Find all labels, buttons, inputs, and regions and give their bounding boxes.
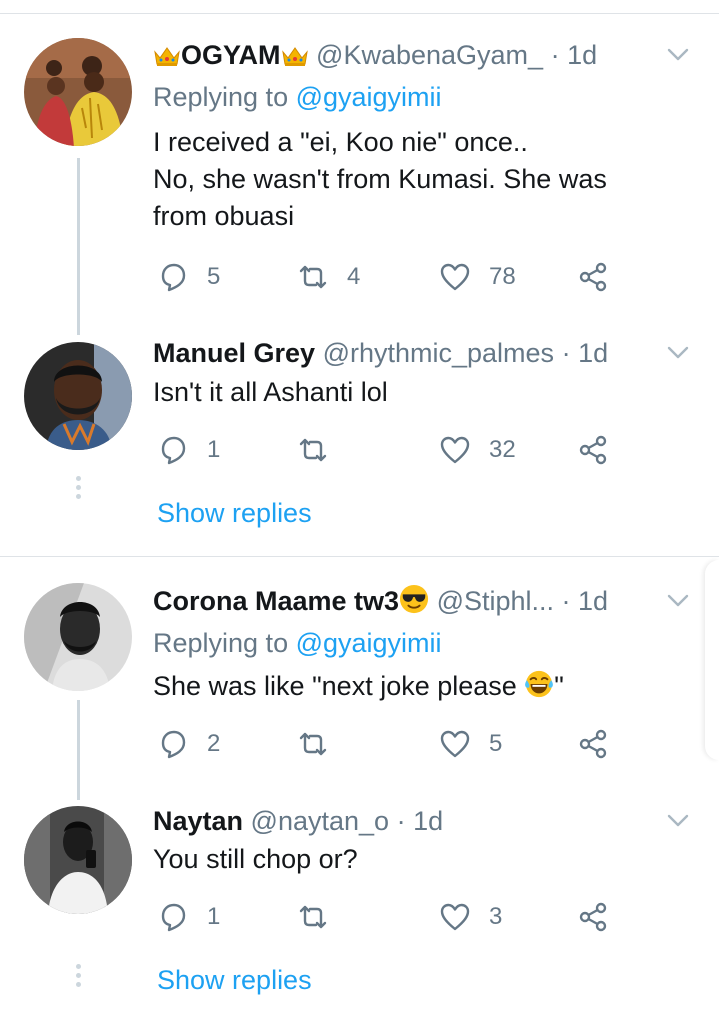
share-button[interactable]: [577, 900, 609, 934]
replying-to: Replying to @gyaigyimii: [153, 80, 442, 114]
tweet-text: She was like "next joke please ": [153, 668, 689, 705]
tweet-text: I received a "ei, Koo nie" once.. No, sh…: [153, 124, 689, 235]
tweet-time: · 1d: [561, 338, 609, 368]
tears-of-joy-icon: [524, 669, 554, 699]
share-button[interactable]: [577, 260, 609, 294]
replying-to: Replying to @gyaigyimii: [153, 626, 442, 660]
crown-icon: [281, 44, 309, 68]
like-count: 78: [489, 263, 516, 290]
tweet-actions: 5 4 78: [153, 260, 629, 294]
reply-icon: [157, 728, 189, 760]
reply-count: 5: [207, 263, 221, 290]
avatar[interactable]: [24, 38, 132, 146]
avatar[interactable]: [24, 583, 132, 691]
show-replies-link[interactable]: Show replies: [157, 963, 312, 997]
tweet-text-line: I received a "ei, Koo nie" once..: [153, 127, 528, 157]
like-icon: [439, 261, 471, 293]
like-button[interactable]: 5: [439, 727, 502, 761]
chevron-down-icon[interactable]: [665, 340, 691, 366]
tweet-text-part: She was like "next joke please: [153, 671, 525, 701]
thread-line: [77, 700, 80, 800]
tweet-actions: 2 5: [153, 727, 629, 761]
like-count: 3: [489, 903, 503, 930]
retweet-icon: [297, 728, 329, 760]
replying-to-handle[interactable]: @gyaigyimii: [296, 628, 442, 658]
tweet-time: · 1d: [561, 586, 609, 616]
avatar[interactable]: [24, 342, 132, 450]
reply-button[interactable]: 1: [157, 433, 220, 467]
chevron-down-icon[interactable]: [665, 588, 691, 614]
reply-button[interactable]: 2: [157, 727, 220, 761]
display-name[interactable]: Manuel Grey: [153, 338, 315, 368]
crown-icon: [153, 44, 181, 68]
reply-count: 1: [207, 903, 221, 930]
tweet-header: Corona Maame tw3 @Stiphl... · 1d: [153, 584, 669, 618]
display-name[interactable]: OGYAM: [181, 40, 281, 70]
like-button[interactable]: 3: [439, 900, 502, 934]
retweet-icon: [297, 434, 329, 466]
scroll-edge: [705, 560, 719, 760]
retweet-count: 4: [347, 263, 361, 290]
like-count: 5: [489, 730, 503, 757]
like-icon: [439, 434, 471, 466]
avatar[interactable]: [24, 806, 132, 914]
thread-dots: [75, 964, 82, 991]
share-button[interactable]: [577, 727, 609, 761]
tweet-text-part: ": [554, 671, 564, 701]
tweet-text-line: Isn't it all Ashanti lol: [153, 377, 388, 407]
show-replies-link[interactable]: Show replies: [157, 496, 312, 530]
like-button[interactable]: 32: [439, 433, 516, 467]
chevron-down-icon[interactable]: [665, 808, 691, 834]
thread-dots: [75, 476, 82, 503]
reply-button[interactable]: 5: [157, 260, 220, 294]
user-handle[interactable]: @KwabenaGyam_: [316, 40, 543, 70]
section-divider: [0, 556, 719, 557]
chevron-down-icon[interactable]: [665, 42, 691, 68]
top-divider: [0, 13, 719, 14]
share-icon: [577, 261, 609, 293]
sunglasses-icon: [399, 584, 429, 614]
user-handle[interactable]: @rhythmic_palmes: [323, 338, 554, 368]
tweet-header: Manuel Grey @rhythmic_palmes · 1d: [153, 336, 669, 370]
user-handle[interactable]: @Stiphl...: [437, 586, 554, 616]
retweet-icon: [297, 261, 329, 293]
tweet-time: · 1d: [396, 806, 444, 836]
reply-count: 2: [207, 730, 221, 757]
share-icon: [577, 434, 609, 466]
tweet-text-line: from obuasi: [153, 201, 295, 231]
reply-count: 1: [207, 436, 221, 463]
reply-button[interactable]: 1: [157, 900, 220, 934]
share-icon: [577, 728, 609, 760]
tweet-actions: 1 32: [153, 433, 629, 467]
like-button[interactable]: 78: [439, 260, 516, 294]
retweet-button[interactable]: [297, 433, 347, 467]
share-button[interactable]: [577, 433, 609, 467]
tweet-actions: 1 3: [153, 900, 629, 934]
retweet-button[interactable]: 4: [297, 260, 360, 294]
retweet-button[interactable]: [297, 900, 347, 934]
like-icon: [439, 901, 471, 933]
like-icon: [439, 728, 471, 760]
like-count: 32: [489, 436, 516, 463]
tweet-text: You still chop or?: [153, 841, 689, 878]
display-name[interactable]: Naytan: [153, 806, 243, 836]
user-handle[interactable]: @naytan_o: [251, 806, 390, 836]
tweet-header: OGYAM @KwabenaGyam_ · 1d: [153, 38, 669, 72]
retweet-button[interactable]: [297, 727, 347, 761]
retweet-icon: [297, 901, 329, 933]
tweet-header: Naytan @naytan_o · 1d: [153, 804, 669, 838]
reply-icon: [157, 901, 189, 933]
share-icon: [577, 901, 609, 933]
thread-line: [77, 158, 80, 335]
reply-icon: [157, 261, 189, 293]
tweet-text-line: You still chop or?: [153, 844, 358, 874]
replying-to-label: Replying to: [153, 82, 296, 112]
reply-icon: [157, 434, 189, 466]
replying-to-handle[interactable]: @gyaigyimii: [296, 82, 442, 112]
replying-to-label: Replying to: [153, 628, 296, 658]
display-name[interactable]: Corona Maame tw3: [153, 586, 399, 616]
tweet-text-line: No, she wasn't from Kumasi. She was: [153, 164, 607, 194]
tweet-text: Isn't it all Ashanti lol: [153, 374, 689, 411]
tweet-time: · 1d: [550, 40, 598, 70]
